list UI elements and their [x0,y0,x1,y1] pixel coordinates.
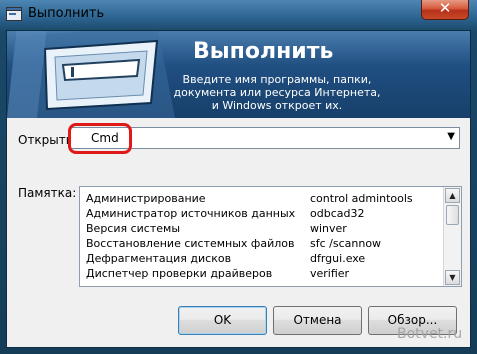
memo-item-name: Дефрагментация дисков [86,252,232,265]
dialog-content: Выполнить Введите имя программы, папки, … [6,30,471,348]
scroll-thumb[interactable] [446,205,459,225]
memo-item-name: Восстановление системных файлов [86,237,295,250]
dropdown-arrow-icon[interactable]: ▼ [447,131,455,142]
scroll-up-icon[interactable]: ▲ [445,188,460,203]
title-bar[interactable]: Выполнить ✕ [0,0,477,30]
memo-item-name: Диспетчер проверки драйверов [86,267,273,280]
memo-item-command: dfrgui.exe [310,252,366,265]
memo-item-command: winver [310,222,347,235]
banner-description-line: документа или ресурса Интернета, [173,86,381,99]
banner-description: Введите имя программы, папки, документа … [172,73,382,112]
memo-item-name: Администрирование [86,192,206,205]
banner-description-line: и Windows откроет их. [211,99,343,112]
banner: Выполнить Введите имя программы, папки, … [7,31,470,118]
watermark: Botvet.ru [397,326,463,342]
window-title: Выполнить [28,6,105,21]
vertical-scrollbar[interactable]: ▲ ▼ [443,187,461,286]
memo-label: Памятка: [18,186,77,200]
run-dialog: Выполнить ✕ Выполнить Введите имя програ… [0,0,477,354]
highlight-annotation [68,123,132,154]
ok-button[interactable]: OK [178,306,267,335]
close-icon: ✕ [438,0,452,17]
memo-item-command: odbcad32 [310,207,365,220]
run-banner-icon [7,31,175,118]
memo-item-command: sfc /scannow [310,237,382,250]
memo-item-command: verifier [310,267,350,280]
banner-title: Выполнить [193,39,334,64]
memo-item-name: Администратор источников данных [86,207,296,220]
cancel-button[interactable]: Отмена [273,306,362,335]
scroll-down-icon[interactable]: ▼ [445,270,460,285]
run-window-icon [6,7,22,21]
banner-description-line: Введите имя программы, папки, [182,73,372,86]
memo-item-command: control admintools [310,192,413,205]
close-button[interactable]: ✕ [421,0,469,20]
memo-list[interactable]: Администрирование control admintools Адм… [79,186,462,287]
memo-item-name: Версия системы [86,222,181,235]
